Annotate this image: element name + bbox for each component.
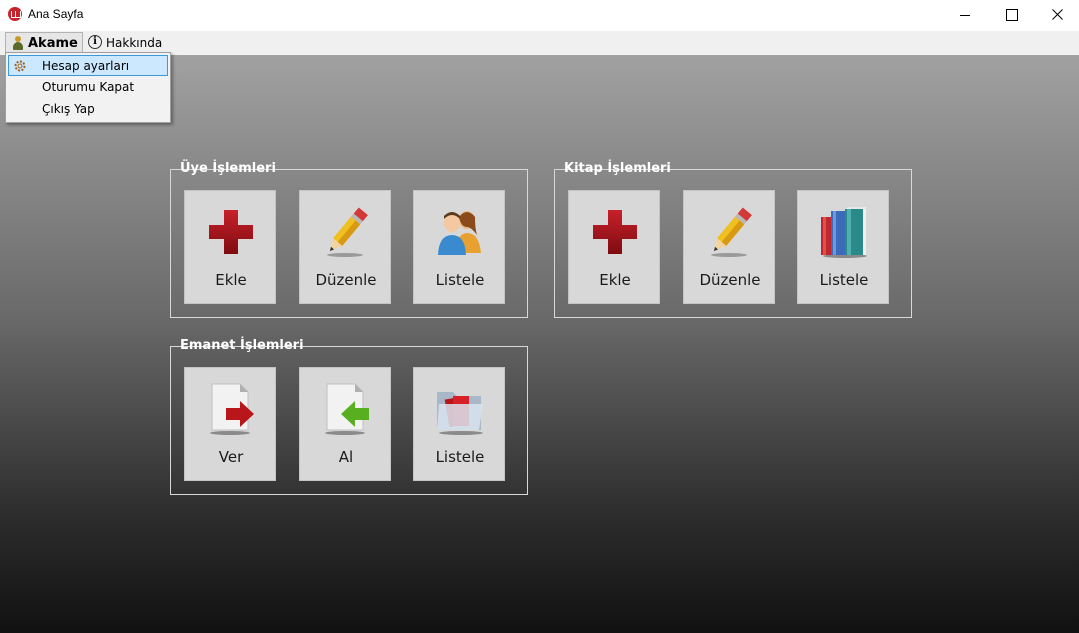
book-list-button[interactable]: Listele [797, 190, 889, 304]
loan-list-button[interactable]: Listele [413, 367, 505, 481]
book-icon [8, 7, 22, 21]
tile-label: Ekle [215, 271, 247, 289]
gear-icon [14, 60, 26, 72]
pencil-icon [327, 207, 368, 257]
book-add-button[interactable]: Ekle [568, 190, 660, 304]
menu-item-label: Çıkış Yap [42, 102, 95, 116]
title-bar: Ana Sayfa [0, 0, 1079, 31]
menu-item-exit[interactable]: Çıkış Yap [8, 99, 168, 120]
main-panel: Üye İşlemleri Ekle Düzenle Listele Kitap… [0, 55, 1079, 633]
minimize-button[interactable] [942, 0, 988, 31]
users-icon [438, 211, 481, 255]
tile-label: Ver [218, 448, 244, 466]
user-menu[interactable]: Akame [5, 32, 83, 54]
tile-label: Düzenle [315, 271, 377, 289]
window-title: Ana Sayfa [28, 7, 84, 21]
close-button[interactable] [1034, 0, 1079, 31]
tile-label: Ekle [599, 271, 631, 289]
group-title: Kitap İşlemleri [564, 161, 671, 176]
book-operations-group: Kitap İşlemleri Ekle Düzenle Listele [554, 161, 912, 318]
maximize-button[interactable] [988, 0, 1034, 31]
user-dropdown-menu: Hesap ayarları Oturumu Kapat Çıkış Yap [5, 52, 171, 123]
group-title: Üye İşlemleri [180, 161, 276, 176]
loan-operations-group: Emanet İşlemleri Ver Al Listele [170, 338, 528, 495]
loan-give-button[interactable]: Ver [184, 367, 276, 481]
folder-icon [437, 392, 483, 435]
pencil-icon [711, 207, 752, 257]
loan-take-button[interactable]: Al [299, 367, 391, 481]
tile-label: Düzenle [699, 271, 761, 289]
close-icon [1052, 9, 1063, 20]
tile-label: Listele [435, 271, 485, 289]
plus-icon [209, 210, 253, 254]
tile-label: Listele [819, 271, 869, 289]
menu-item-label: Oturumu Kapat [42, 80, 135, 94]
group-title: Emanet İşlemleri [180, 338, 304, 353]
info-icon: i [88, 35, 102, 49]
document-arrow-right-icon [210, 383, 254, 435]
about-menu-label: Hakkında [106, 36, 163, 50]
tile-label: Al [338, 448, 354, 466]
tile-label: Listele [435, 448, 485, 466]
plus-icon [593, 210, 637, 254]
books-icon [821, 207, 867, 258]
member-list-button[interactable]: Listele [413, 190, 505, 304]
menu-item-label: Hesap ayarları [42, 59, 130, 73]
menu-item-account-settings[interactable]: Hesap ayarları [8, 55, 168, 76]
user-icon [12, 36, 24, 50]
member-operations-group: Üye İşlemleri Ekle Düzenle Listele [170, 161, 528, 318]
user-menu-label: Akame [28, 36, 78, 51]
member-add-button[interactable]: Ekle [184, 190, 276, 304]
member-edit-button[interactable]: Düzenle [299, 190, 391, 304]
document-arrow-left-icon [325, 383, 369, 435]
book-edit-button[interactable]: Düzenle [683, 190, 775, 304]
menu-item-logout[interactable]: Oturumu Kapat [8, 77, 168, 98]
